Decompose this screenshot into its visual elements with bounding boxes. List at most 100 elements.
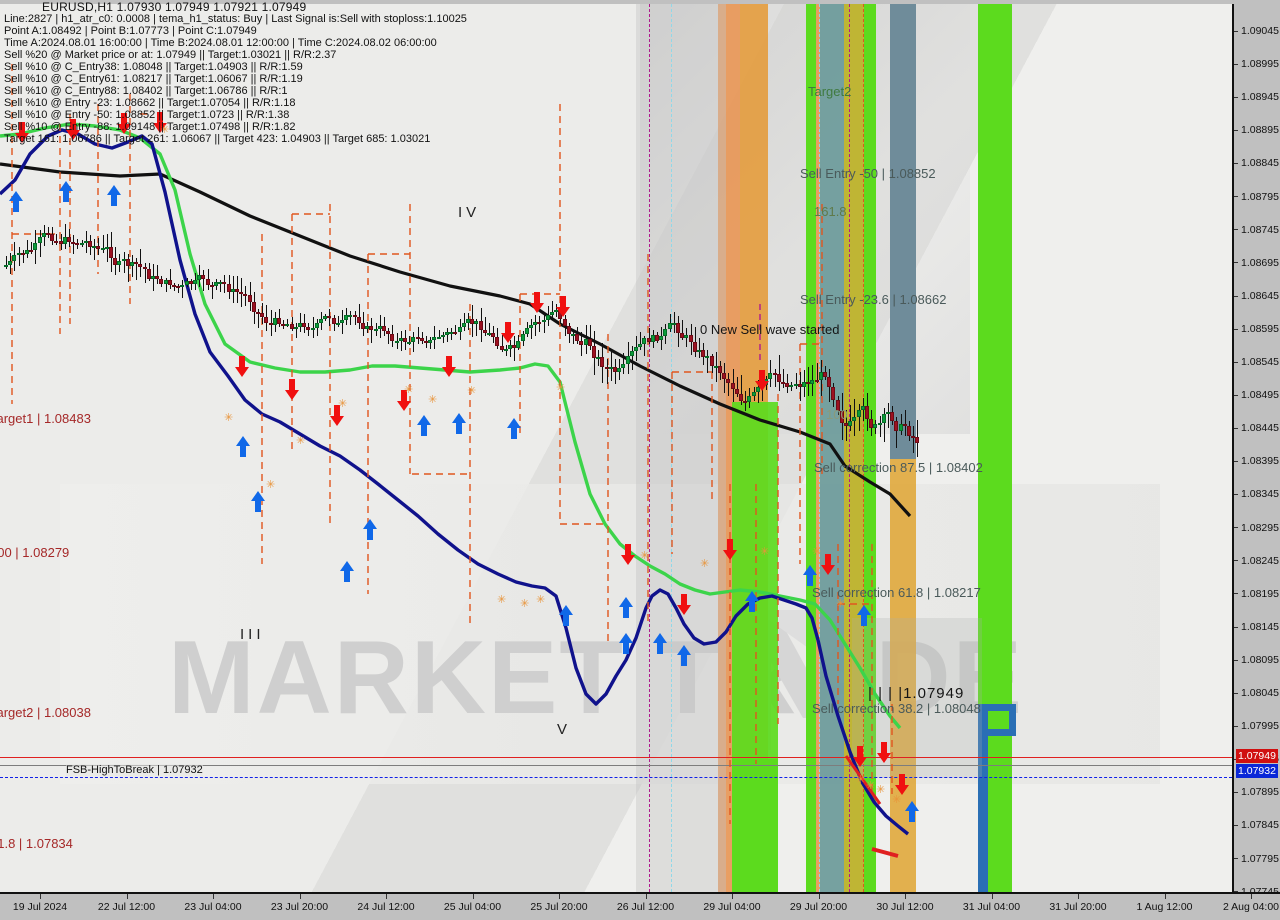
candle-wick — [27, 239, 28, 259]
time-axis-tick: 19 Jul 2024 — [12, 901, 68, 913]
buy-signal-arrow-icon — [803, 564, 817, 586]
candle-wick — [56, 234, 58, 245]
time-axis[interactable]: 19 Jul 2024 22 Jul 12:00 23 Jul 04:00 23 Ju… — [0, 892, 1280, 920]
candle-body — [33, 243, 38, 251]
buy-signal-arrow-icon — [677, 644, 691, 666]
sell-signal-arrow-icon — [621, 544, 635, 566]
header-line: Sell %20 @ Market price or at: 1.07949 |… — [4, 49, 337, 61]
time-axis-tickmark — [818, 894, 820, 899]
candle-body — [621, 363, 626, 368]
close-price-value: 1.07949 — [903, 685, 965, 702]
time-axis-tick: 26 Jul 12:00 — [616, 901, 675, 913]
candle-wick — [631, 346, 633, 370]
candle-wick — [18, 247, 20, 267]
candle-wick — [640, 331, 642, 350]
candle-wick — [337, 316, 339, 327]
price-axis-tick: 1.08545 — [1234, 356, 1279, 368]
candle-body — [915, 436, 920, 443]
candle-wick — [169, 269, 171, 289]
candle-wick — [178, 283, 180, 293]
price-axis-tick: 1.08645 — [1234, 290, 1279, 302]
candle-wick — [850, 404, 852, 432]
time-axis-tickmark — [386, 894, 387, 899]
candle-wick — [535, 314, 537, 337]
sell-signal-arrow-icon — [501, 322, 515, 344]
time-axis-tickmark — [905, 894, 906, 899]
candle-body — [461, 322, 466, 328]
price-level-line — [0, 777, 1232, 778]
candle-wick — [858, 404, 860, 432]
candle-body — [541, 319, 546, 323]
candle-body — [180, 284, 185, 288]
time-axis-tick: 24 Jul 12:00 — [357, 901, 415, 913]
sell-signal-arrow-icon — [895, 774, 909, 796]
candle-wick — [31, 241, 33, 255]
candle-body — [663, 329, 668, 336]
fractal-marker-icon: ✳ — [812, 546, 822, 558]
buy-signal-arrow-icon — [417, 414, 431, 436]
wave-label-iv: IV — [458, 204, 481, 221]
vertical-marker — [849, 4, 850, 892]
candle-wick — [157, 265, 159, 284]
candle-wick — [245, 285, 247, 307]
fractal-marker-icon: ✳ — [428, 394, 438, 406]
candle-wick — [539, 316, 541, 333]
candle-wick — [699, 337, 700, 359]
vertical-marker — [649, 4, 650, 892]
buy-signal-arrow-icon — [559, 604, 573, 626]
candle-body — [629, 351, 634, 356]
candle-body — [12, 254, 17, 262]
fractal-marker-icon: ✳ — [536, 594, 546, 606]
price-axis-tick: 1.08995 — [1234, 58, 1279, 70]
sell-signal-arrow-icon — [530, 292, 544, 314]
candle-wick — [182, 279, 184, 298]
time-axis-tickmark — [991, 894, 993, 899]
price-axis-tick: 1.08295 — [1234, 522, 1279, 534]
annotation-new-sell-wave: 0 New Sell wave started — [700, 322, 840, 337]
sell-signal-arrow-icon — [821, 554, 835, 576]
candle-body — [848, 421, 853, 426]
candle-wick — [64, 223, 66, 249]
header-line: Point A:1.08492 | Point B:1.07773 | Poin… — [4, 25, 257, 37]
candle-body — [587, 339, 592, 347]
candle-body — [537, 322, 542, 325]
time-axis-tick: 30 Jul 12:00 — [876, 901, 934, 913]
buy-signal-arrow-icon — [9, 190, 23, 212]
candle-body — [529, 324, 533, 328]
price-axis-tick: 1.08895 — [1234, 124, 1279, 136]
candle-wick — [413, 331, 415, 353]
buy-signal-arrow-icon — [905, 800, 919, 822]
fractal-marker-icon: ✳ — [760, 546, 770, 558]
annotation-fib-618: 61.8 | 1.07834 — [0, 836, 73, 851]
candle-body — [428, 339, 433, 344]
time-axis-tick: 31 Jul 20:00 — [1049, 901, 1107, 913]
candle-wick — [888, 402, 889, 428]
annotation-fib-100: 100 | 1.08279 — [0, 545, 70, 560]
candle-body — [478, 321, 483, 331]
price-axis-tick: 1.08445 — [1234, 422, 1279, 434]
session-band — [890, 4, 916, 459]
time-axis-tickmark — [472, 894, 474, 899]
candle-wick — [123, 251, 125, 273]
header-line: Sell %10 @ C_Entry61: 1.08217 || Target:… — [4, 73, 303, 85]
annotation-fsb-hightobreak: FSB-HighToBreak | 1.07932 — [66, 764, 203, 776]
time-axis-tickmark — [559, 894, 560, 899]
candle-body — [617, 367, 622, 372]
sell-signal-arrow-icon — [442, 356, 456, 378]
price-axis[interactable]: 1.09045 1.08995 1.08945 1.08895 1.08845 1.087… — [1232, 4, 1280, 898]
buy-signal-arrow-icon — [251, 490, 265, 512]
time-axis-tick: 31 Jul 04:00 — [962, 901, 1021, 913]
candle-body — [575, 333, 580, 342]
wave-label-v: V — [557, 721, 572, 738]
candle-body — [251, 302, 256, 312]
price-axis-tick: 1.08145 — [1234, 621, 1279, 633]
price-axis-tick: 1.07795 — [1234, 853, 1279, 865]
time-axis-tick: 29 Jul 20:00 — [789, 901, 848, 913]
sell-signal-arrow-icon — [556, 296, 570, 318]
candle-body — [310, 328, 315, 331]
time-axis-tickmark — [126, 894, 128, 899]
fractal-marker-icon: ✳ — [338, 398, 348, 410]
candle-wick — [190, 278, 192, 291]
buy-signal-arrow-icon — [363, 518, 377, 540]
header-line: Sell %10 @ Entry -50: 1.08852 || Target:… — [4, 109, 290, 121]
